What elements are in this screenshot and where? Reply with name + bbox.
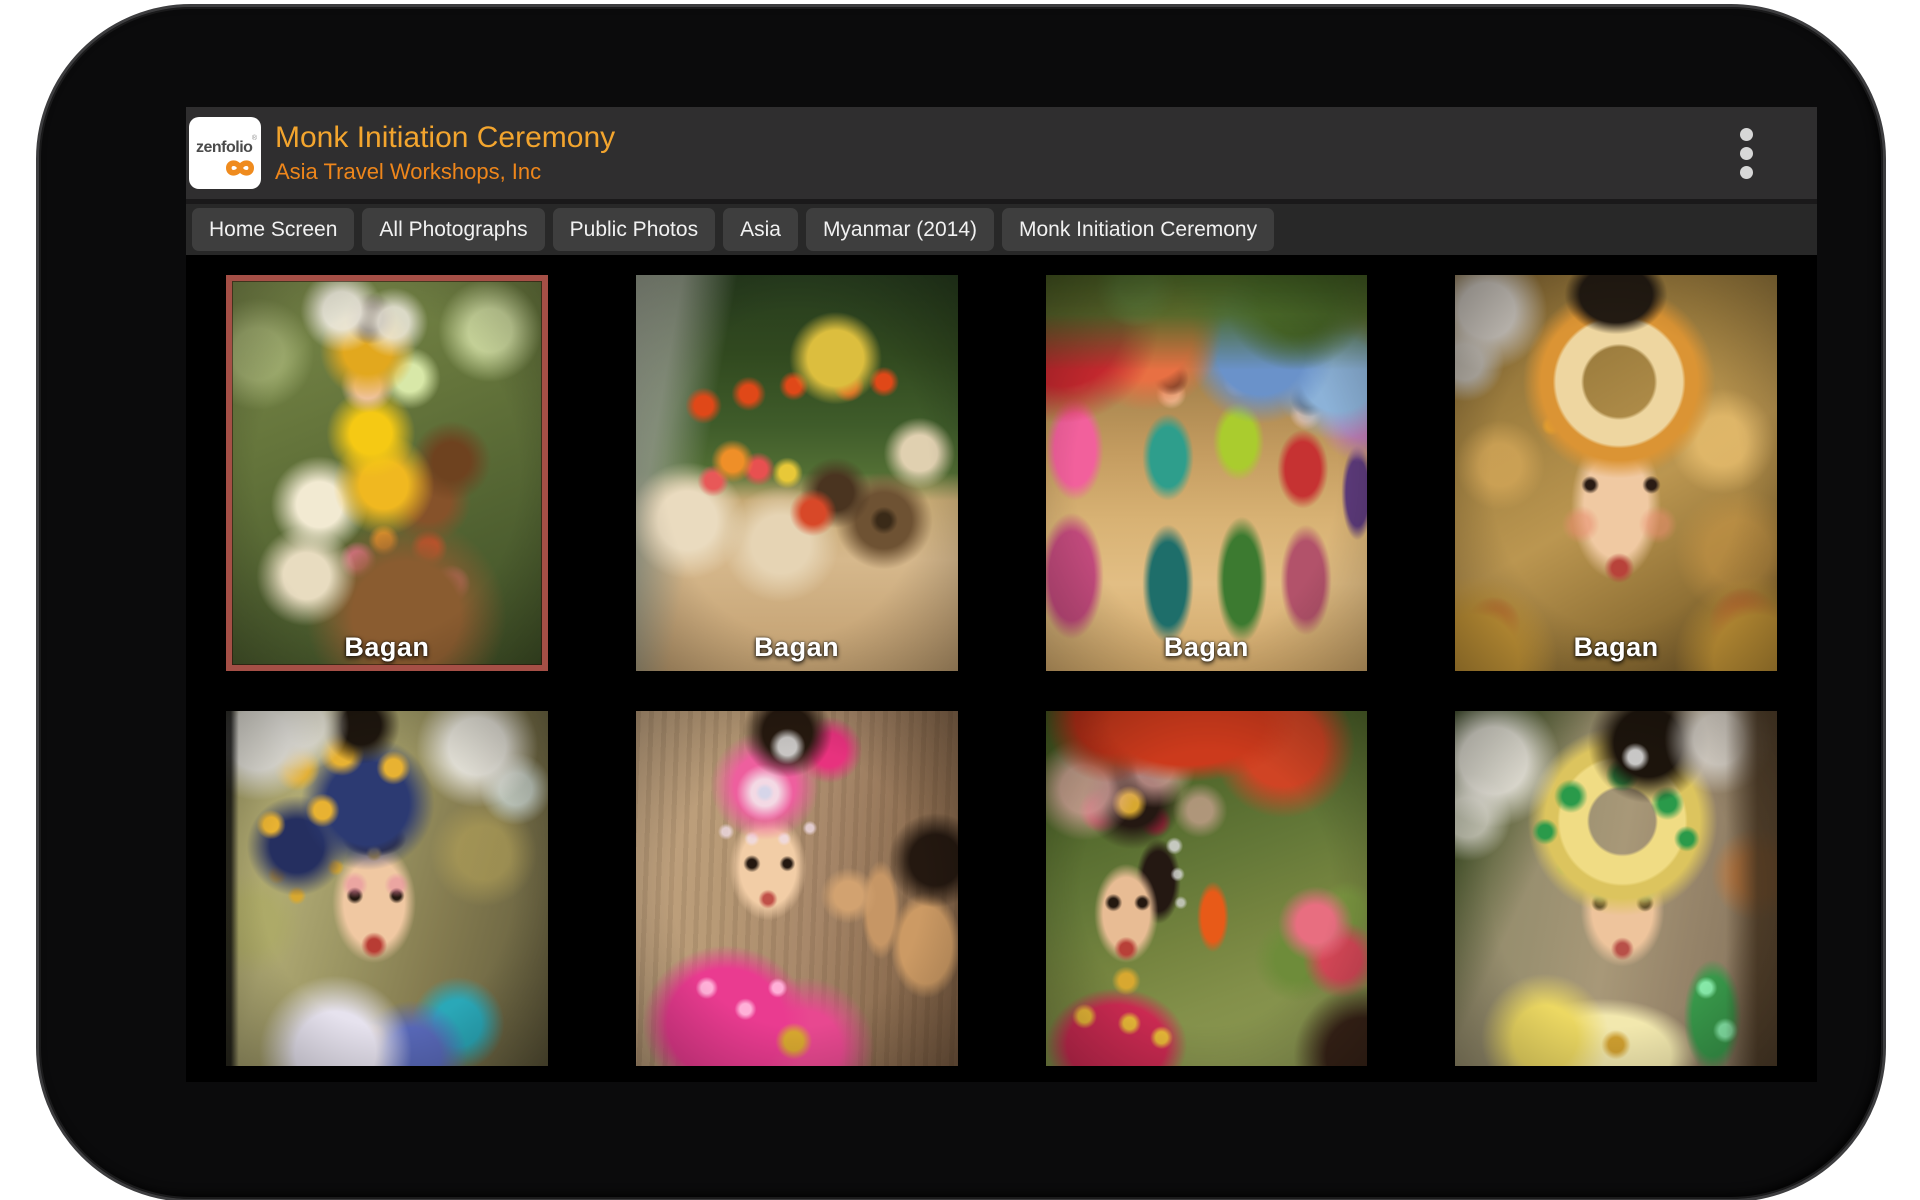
photo-thumbnail[interactable] xyxy=(1455,711,1777,1066)
photo-thumbnail[interactable]: Bagan xyxy=(1046,275,1368,671)
header-titles: Monk Initiation Ceremony Asia Travel Wor… xyxy=(275,120,615,185)
photo-thumbnail[interactable] xyxy=(226,711,548,1066)
app-header: zenfolio ® Monk Initiation Ceremony Asia… xyxy=(186,107,1817,199)
photo-caption: Bagan xyxy=(1046,632,1368,663)
photo-thumbnail[interactable]: Bagan xyxy=(636,275,958,671)
photo-image xyxy=(226,711,548,1066)
photo-image xyxy=(636,275,958,671)
photo-caption: Bagan xyxy=(636,632,958,663)
zenfolio-app-window: zenfolio ® Monk Initiation Ceremony Asia… xyxy=(186,107,1817,1082)
photo-image xyxy=(1046,711,1368,1066)
photo-image xyxy=(1455,711,1777,1066)
photo-image xyxy=(1455,275,1777,671)
tablet-screen: zenfolio ® Monk Initiation Ceremony Asia… xyxy=(39,7,1883,1199)
kebab-dot xyxy=(1740,128,1753,141)
tablet-frame: zenfolio ® Monk Initiation Ceremony Asia… xyxy=(36,4,1886,1200)
photo-image xyxy=(226,275,548,671)
photo-grid: Bagan Bagan Bagan Bagan xyxy=(186,259,1817,1082)
photo-caption: Bagan xyxy=(226,632,548,663)
kebab-dot xyxy=(1740,166,1753,179)
breadcrumb-item-monk-initiation-ceremony[interactable]: Monk Initiation Ceremony xyxy=(1002,208,1274,251)
photo-image xyxy=(1046,275,1368,671)
kebab-dot xyxy=(1740,147,1753,160)
breadcrumb-item-asia[interactable]: Asia xyxy=(723,208,798,251)
registered-mark: ® xyxy=(252,135,257,142)
breadcrumb-item-all-photographs[interactable]: All Photographs xyxy=(362,208,544,251)
breadcrumb-item-home-screen[interactable]: Home Screen xyxy=(192,208,354,251)
page-background: zenfolio ® Monk Initiation Ceremony Asia… xyxy=(0,0,1920,1200)
photo-thumbnail[interactable] xyxy=(636,711,958,1066)
page-title: Monk Initiation Ceremony xyxy=(275,120,615,156)
breadcrumb-item-public-photos[interactable]: Public Photos xyxy=(553,208,715,251)
page-subtitle: Asia Travel Workshops, Inc xyxy=(275,159,615,185)
zenfolio-logo[interactable]: zenfolio ® xyxy=(189,117,261,189)
breadcrumb: Home Screen All Photographs Public Photo… xyxy=(186,204,1817,255)
overflow-menu-button[interactable] xyxy=(1734,122,1759,185)
zenfolio-infinity-icon xyxy=(216,155,261,186)
breadcrumb-item-myanmar-2014[interactable]: Myanmar (2014) xyxy=(806,208,994,251)
photo-thumbnail[interactable] xyxy=(1046,711,1368,1066)
photo-caption: Bagan xyxy=(1455,632,1777,663)
photo-thumbnail[interactable]: Bagan xyxy=(1455,275,1777,671)
photo-thumbnail-selected[interactable]: Bagan xyxy=(226,275,548,671)
photo-image xyxy=(636,711,958,1066)
